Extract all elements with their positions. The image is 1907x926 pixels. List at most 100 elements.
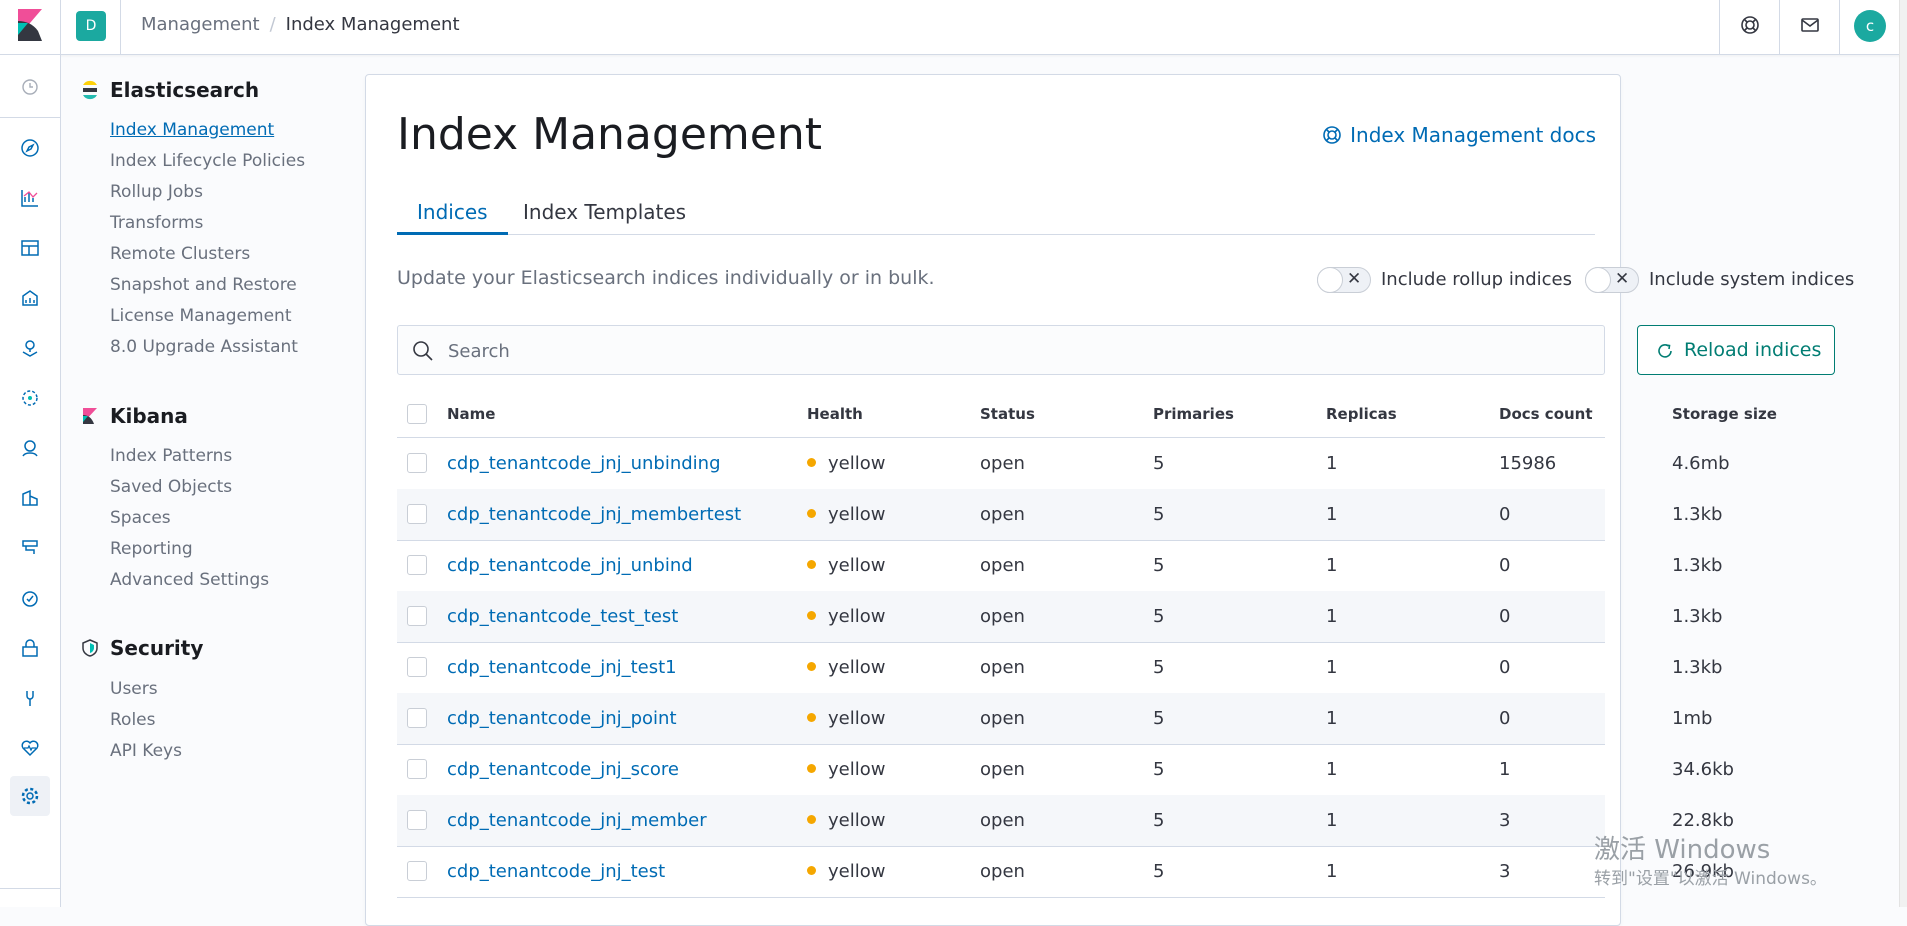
logs-icon[interactable] <box>18 486 42 510</box>
siem-icon[interactable] <box>18 636 42 660</box>
nav-item-remote-clusters[interactable]: Remote Clusters <box>110 244 250 264</box>
breadcrumb: Management / Index Management <box>141 14 460 35</box>
column-header-name[interactable]: Name <box>447 391 495 437</box>
primaries-cell: 5 <box>1153 453 1165 474</box>
apm-icon[interactable] <box>18 536 42 560</box>
nav-item-transforms[interactable]: Transforms <box>110 213 203 233</box>
row-checkbox[interactable] <box>407 555 427 575</box>
row-checkbox[interactable] <box>407 504 427 524</box>
index-name-link[interactable]: cdp_tenantcode_jnj_point <box>447 693 677 744</box>
dev-tools-icon[interactable] <box>18 686 42 710</box>
stack-monitoring-icon[interactable] <box>18 736 42 760</box>
nav-item-upgrade-assistant[interactable]: 8.0 Upgrade Assistant <box>110 337 298 357</box>
table-row: cdp_tenantcode_jnj_unbinding yellow open 5 1… <box>397 438 1730 490</box>
management-icon[interactable] <box>10 776 50 816</box>
nav-item-rollup-jobs[interactable]: Rollup Jobs <box>110 182 203 202</box>
nav-item-index-lifecycle-policies[interactable]: Index Lifecycle Policies <box>110 151 305 171</box>
recently-viewed-icon[interactable] <box>18 75 42 99</box>
index-name-link[interactable]: cdp_tenantcode_jnj_test <box>447 846 665 897</box>
index-name-link[interactable]: cdp_tenantcode_jnj_membertest <box>447 489 741 540</box>
replicas-cell: 1 <box>1326 708 1338 729</box>
nav-item-reporting[interactable]: Reporting <box>110 539 193 559</box>
nav-item-advanced-settings[interactable]: Advanced Settings <box>110 570 269 590</box>
nav-item-spaces[interactable]: Spaces <box>110 508 171 528</box>
column-header-docs-count[interactable]: Docs count <box>1499 391 1593 437</box>
storage-size-cell: 1.3kb <box>1672 657 1723 678</box>
primaries-cell: 5 <box>1153 861 1165 882</box>
status-cell: open <box>980 657 1025 678</box>
replicas-cell: 1 <box>1326 657 1338 678</box>
column-header-replicas[interactable]: Replicas <box>1326 391 1397 437</box>
storage-size-cell: 34.6kb <box>1672 759 1734 780</box>
rail-divider <box>0 117 60 118</box>
column-header-status[interactable]: Status <box>980 391 1035 437</box>
column-header-primaries[interactable]: Primaries <box>1153 391 1234 437</box>
column-header-storage-size[interactable]: Storage size <box>1672 391 1777 437</box>
machine-learning-icon[interactable] <box>18 386 42 410</box>
cross-icon: ✕ <box>1615 269 1630 289</box>
nav-item-snapshot-and-restore[interactable]: Snapshot and Restore <box>110 275 297 295</box>
docs-count-cell: 0 <box>1499 504 1511 525</box>
tab-indices[interactable]: Indices <box>397 190 508 235</box>
primaries-cell: 5 <box>1153 504 1165 525</box>
nav-item-roles[interactable]: Roles <box>110 710 156 730</box>
index-name-link[interactable]: cdp_tenantcode_jnj_member <box>447 795 707 846</box>
reload-indices-label: Reload indices <box>1684 339 1822 361</box>
table-row: cdp_tenantcode_jnj_member yellow open 5 1 3 22… <box>397 795 1734 847</box>
canvas-icon[interactable] <box>18 286 42 310</box>
docs-link[interactable]: Index Management docs <box>1322 123 1596 147</box>
primaries-cell: 5 <box>1153 759 1165 780</box>
help-icon <box>1741 16 1759 34</box>
index-name-link[interactable]: cdp_tenantcode_test_test <box>447 591 678 642</box>
reload-indices-button[interactable]: Reload indices <box>1637 325 1835 375</box>
nav-item-index-management[interactable]: Index Management <box>110 120 274 140</box>
user-menu-button[interactable]: c <box>1839 0 1900 54</box>
space-selector[interactable]: D <box>60 0 121 54</box>
visualize-icon[interactable] <box>18 186 42 210</box>
nav-item-index-patterns[interactable]: Index Patterns <box>110 446 232 466</box>
index-name-link[interactable]: cdp_tenantcode_jnj_score <box>447 744 679 795</box>
table-row: cdp_tenantcode_jnj_test1 yellow open 5 1 0 1.3… <box>397 642 1722 694</box>
infrastructure-icon[interactable] <box>18 436 42 460</box>
health-cell: yellow <box>807 591 885 642</box>
page-scrollbar[interactable] <box>1899 0 1907 907</box>
health-cell: yellow <box>807 642 885 693</box>
row-checkbox[interactable] <box>407 657 427 677</box>
row-checkbox[interactable] <box>407 861 427 881</box>
replicas-cell: 1 <box>1326 861 1338 882</box>
help-button[interactable] <box>1719 0 1780 54</box>
index-name-link[interactable]: cdp_tenantcode_jnj_unbind <box>447 540 693 591</box>
table-row: cdp_tenantcode_test_test yellow open 5 1 0 1.3… <box>397 591 1722 643</box>
select-all-checkbox[interactable] <box>407 404 427 424</box>
maps-icon[interactable] <box>18 336 42 360</box>
health-cell: yellow <box>807 438 885 489</box>
nav-item-saved-objects[interactable]: Saved Objects <box>110 477 232 497</box>
health-label: yellow <box>828 810 886 831</box>
row-checkbox[interactable] <box>407 759 427 779</box>
newsfeed-button[interactable] <box>1779 0 1840 54</box>
uptime-icon[interactable] <box>18 586 42 610</box>
search-input[interactable] <box>446 334 1550 368</box>
nav-item-users[interactable]: Users <box>110 679 158 699</box>
kibana-logo-button[interactable] <box>0 0 61 54</box>
index-name-link[interactable]: cdp_tenantcode_jnj_unbinding <box>447 438 721 489</box>
breadcrumb-management[interactable]: Management <box>141 14 260 35</box>
windows-activation-watermark: 激活 Windows <box>1594 835 1771 865</box>
dashboard-icon[interactable] <box>18 236 42 260</box>
tab-index-templates[interactable]: Index Templates <box>503 190 706 234</box>
nav-item-api-keys[interactable]: API Keys <box>110 741 182 761</box>
row-checkbox[interactable] <box>407 453 427 473</box>
row-checkbox[interactable] <box>407 810 427 830</box>
index-name-link[interactable]: cdp_tenantcode_jnj_test1 <box>447 642 677 693</box>
replicas-cell: 1 <box>1326 810 1338 831</box>
breadcrumb-current: Index Management <box>285 14 460 35</box>
row-checkbox[interactable] <box>407 708 427 728</box>
replicas-cell: 1 <box>1326 453 1338 474</box>
health-status-dot-icon <box>807 560 816 569</box>
nav-item-license-management[interactable]: License Management <box>110 306 291 326</box>
docs-count-cell: 3 <box>1499 810 1511 831</box>
page-title: Index Management <box>397 109 822 160</box>
row-checkbox[interactable] <box>407 606 427 626</box>
discover-icon[interactable] <box>18 136 42 160</box>
column-header-health[interactable]: Health <box>807 391 863 437</box>
